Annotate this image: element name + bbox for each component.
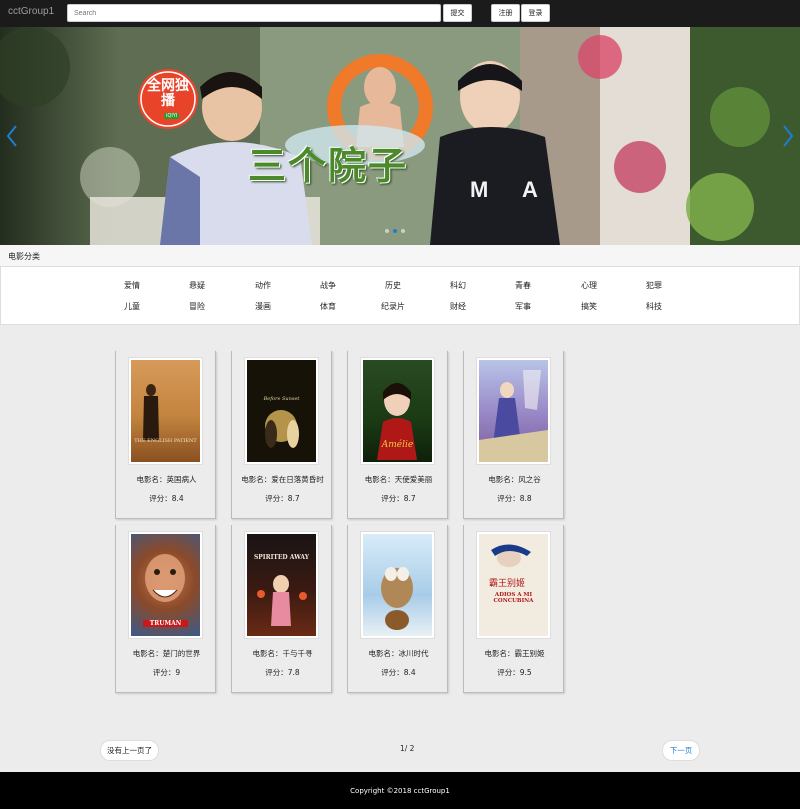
svg-text:霸王别姬: 霸王别姬 <box>489 577 525 589</box>
movie-name[interactable]: 电影名：英国病人 <box>116 474 217 485</box>
poster-title: TRUMAN <box>143 620 188 627</box>
movie-card[interactable]: TRUMAN 电影名：楚门的世界 评分：9 <box>115 525 216 693</box>
footer: Copyright ©2018 cctGroup1 <box>0 772 800 809</box>
category-link[interactable]: 漫画 <box>243 301 283 312</box>
movie-card[interactable]: SPIRITED AWAY 电影名：千与千寻 评分：7.8 <box>231 525 332 693</box>
chevron-right-icon <box>783 125 794 147</box>
category-link[interactable]: 青春 <box>503 280 543 291</box>
poster-title: ADIOS A MI CONCUBINA <box>493 592 534 604</box>
movie-poster[interactable]: TRUMAN <box>128 531 203 639</box>
poster-title: Before Sunset <box>263 396 300 402</box>
poster-title: Amélie <box>381 440 414 450</box>
movie-score: 评分：8.4 <box>149 494 184 503</box>
poster-title: SPIRITED AWAY <box>253 554 310 561</box>
movie-score: 评分：9.5 <box>497 668 532 677</box>
movie-name[interactable]: 电影名：爱在日落黄昏时 <box>232 474 333 485</box>
category-link[interactable]: 科技 <box>634 301 674 312</box>
poster-title: THE ENGLISH PATIENT <box>134 438 197 444</box>
movie-score: 评分：8.7 <box>381 494 416 503</box>
movie-poster[interactable]: SPIRITED AWAY <box>244 531 319 639</box>
movie-card[interactable]: THE ENGLISH PATIENT 电影名：英国病人 评分：8.4 <box>115 351 216 519</box>
movie-name[interactable]: 电影名：楚门的世界 <box>116 648 217 659</box>
movie-poster[interactable] <box>476 357 551 465</box>
movie-card[interactable]: 电影名：冰川时代 评分：8.4 <box>347 525 448 693</box>
category-panel-title: 电影分类 <box>0 245 800 267</box>
banner-title: 三个院子 <box>248 144 409 188</box>
category-link[interactable]: 搞笑 <box>569 301 609 312</box>
movie-name[interactable]: 电影名：千与千寻 <box>232 648 333 659</box>
category-link[interactable]: 动作 <box>243 280 283 291</box>
movie-score: 评分：8.7 <box>265 494 300 503</box>
category-link[interactable]: 战争 <box>308 280 348 291</box>
movie-name[interactable]: 电影名：风之谷 <box>464 474 565 485</box>
category-link[interactable]: 犯罪 <box>634 280 674 291</box>
category-link[interactable]: 体育 <box>308 301 348 312</box>
movie-poster[interactable] <box>360 531 435 639</box>
submit-button[interactable]: 提交 <box>443 4 472 22</box>
carousel-next-arrow[interactable] <box>780 122 796 150</box>
category-link[interactable]: 儿童 <box>112 301 152 312</box>
badge-logo: iQIYI <box>164 113 180 119</box>
movie-score: 评分：9 <box>152 668 181 677</box>
exclusive-badge: 全网独播 <box>147 78 189 109</box>
movie-poster[interactable]: Before Sunset <box>244 357 319 465</box>
movie-card[interactable]: Amélie 电影名：天使爱美丽 评分：8.7 <box>347 351 448 519</box>
carousel-indicator-active[interactable] <box>393 229 397 233</box>
next-page-button[interactable]: 下一页 <box>662 740 700 761</box>
category-link[interactable]: 悬疑 <box>177 280 217 291</box>
movie-poster[interactable]: 霸王别姬 ADIOS A MI CONCUBINA <box>476 531 551 639</box>
register-button[interactable]: 注册 <box>491 4 520 22</box>
copyright-text: Copyright ©2018 cctGroup1 <box>350 786 450 795</box>
category-link[interactable]: 纪录片 <box>373 301 413 312</box>
movie-score: 评分：8.8 <box>497 494 532 503</box>
login-button[interactable]: 登录 <box>521 4 550 22</box>
category-link[interactable]: 心理 <box>569 280 609 291</box>
movie-poster[interactable]: THE ENGLISH PATIENT <box>128 357 203 465</box>
svg-text:M: M <box>470 177 488 202</box>
search-input[interactable] <box>67 4 441 22</box>
movie-card[interactable]: 霸王别姬 ADIOS A MI CONCUBINA 电影名：霸王别姬 评分：9.… <box>463 525 564 693</box>
category-link[interactable]: 军事 <box>503 301 543 312</box>
carousel-indicator[interactable] <box>401 229 405 233</box>
movie-card[interactable]: Before Sunset 电影名：爱在日落黄昏时 评分：8.7 <box>231 351 332 519</box>
movie-card[interactable]: 电影名：风之谷 评分：8.8 <box>463 351 564 519</box>
movie-poster[interactable]: Amélie <box>360 357 435 465</box>
category-panel: 爱情 悬疑 动作 战争 历史 科幻 青春 心理 犯罪 儿童 冒险 漫画 体育 纪… <box>0 267 800 325</box>
category-link[interactable]: 历史 <box>373 280 413 291</box>
carousel[interactable]: M A 全网独播 iQIYI 三个院子 <box>0 27 800 245</box>
category-link[interactable]: 冒险 <box>177 301 217 312</box>
movie-name[interactable]: 电影名：天使爱美丽 <box>348 474 449 485</box>
category-link[interactable]: 爱情 <box>112 280 152 291</box>
brand-logo[interactable]: cctGroup1 <box>8 6 54 17</box>
carousel-prev-arrow[interactable] <box>4 122 20 150</box>
prev-page-button[interactable]: 没有上一页了 <box>100 740 159 761</box>
movie-name[interactable]: 电影名：霸王别姬 <box>464 648 565 659</box>
carousel-indicator[interactable] <box>385 229 389 233</box>
category-link[interactable]: 财经 <box>438 301 478 312</box>
category-link[interactable]: 科幻 <box>438 280 478 291</box>
svg-text:A: A <box>522 177 538 202</box>
page-indicator: 1/ 2 <box>400 744 415 753</box>
movie-name[interactable]: 电影名：冰川时代 <box>348 648 449 659</box>
navbar: cctGroup1 提交 注册 登录 <box>0 0 800 27</box>
chevron-left-icon <box>6 125 17 147</box>
movie-score: 评分：8.4 <box>381 668 416 677</box>
carousel-indicators <box>385 229 405 233</box>
movie-score: 评分：7.8 <box>265 668 300 677</box>
